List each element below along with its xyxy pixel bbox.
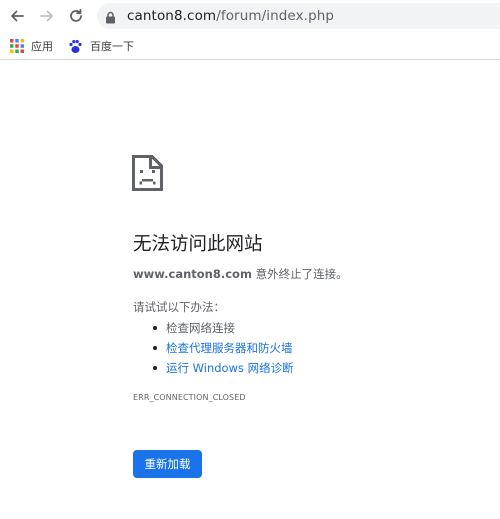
error-description-text: 意外终止了连接。: [251, 267, 348, 281]
arrow-right-icon: [40, 10, 53, 22]
bookmark-baidu[interactable]: 百度一下: [68, 37, 134, 55]
error-code: ERR_CONNECTION_CLOSED: [133, 393, 246, 402]
error-page: 无法访问此网站 www.canton8.com 意外终止了连接。 请试试以下办法…: [0, 60, 500, 519]
suggestion-check-network-label: 检查网络连接: [166, 321, 235, 335]
suggestion-run-diagnostics: 运行 Windows 网络诊断: [150, 358, 294, 378]
suggestions-list: 检查网络连接 检查代理服务器和防火墙 运行 Windows 网络诊断: [150, 318, 294, 378]
bookmarks-bar: 应用 百度一下: [0, 33, 500, 60]
check-proxy-link[interactable]: 检查代理服务器和防火墙: [166, 341, 293, 355]
forward-button[interactable]: [36, 5, 58, 27]
reload-toolbar-button[interactable]: [65, 5, 87, 27]
url-host: canton8.com: [127, 8, 217, 24]
apps-grid-icon: [10, 39, 24, 53]
suggestion-check-proxy: 检查代理服务器和防火墙: [150, 338, 294, 358]
arrow-left-icon: [11, 10, 24, 22]
try-label: 请试试以下办法：: [133, 300, 225, 314]
bookmark-apps[interactable]: 应用: [10, 37, 53, 55]
lock-icon: [105, 9, 116, 28]
address-bar[interactable]: canton8.com/forum/index.php: [97, 3, 500, 29]
refresh-icon: [70, 8, 82, 22]
reload-button[interactable]: 重新加载: [133, 450, 202, 478]
error-title: 无法访问此网站: [133, 234, 263, 255]
baidu-paw-icon: [68, 39, 83, 54]
browser-toolbar: canton8.com/forum/index.php: [0, 0, 500, 31]
error-host: www.canton8.com: [133, 267, 252, 281]
bookmark-apps-label: 应用: [31, 40, 53, 53]
url-text: canton8.com/forum/index.php: [127, 8, 334, 24]
run-diagnostics-link[interactable]: 运行 Windows 网络诊断: [166, 361, 294, 375]
error-description: www.canton8.com 意外终止了连接。: [133, 266, 348, 282]
suggestion-check-network: 检查网络连接: [150, 318, 294, 338]
sad-page-icon: [132, 155, 163, 195]
url-path: /forum/index.php: [216, 8, 335, 24]
back-button[interactable]: [6, 5, 28, 27]
bookmark-baidu-label: 百度一下: [90, 40, 134, 53]
